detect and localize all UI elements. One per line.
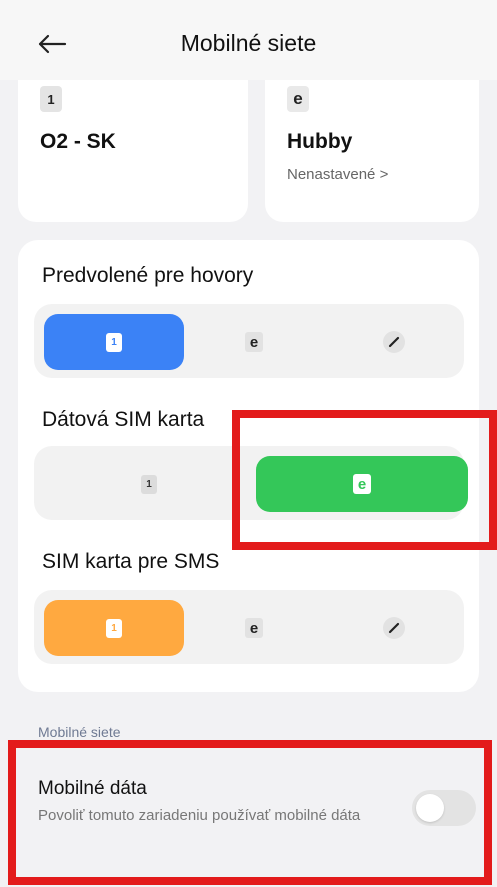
sms-option-ask[interactable] <box>324 600 464 656</box>
sim-chip-icon: 1 <box>106 618 122 638</box>
calls-sim-selector: 1 e <box>34 304 464 378</box>
calls-group-title: Predvolené pre hovory <box>42 264 254 287</box>
section-header-mobile-networks: Mobilné siete <box>38 724 121 740</box>
esim-slot-badge: e <box>287 86 309 112</box>
mobile-data-row[interactable]: Mobilné dáta Povoliť tomuto zariadeniu p… <box>14 748 484 868</box>
data-option-esim[interactable]: e <box>256 456 468 512</box>
sms-group-title: SIM karta pre SMS <box>42 550 220 573</box>
sms-option-sim1[interactable]: 1 <box>44 600 184 656</box>
esim-chip-icon: e <box>245 618 263 638</box>
sim-card-1[interactable]: 1 O2 - SK <box>18 80 248 222</box>
sim-slot-badge: 1 <box>40 86 62 112</box>
calls-option-sim1[interactable]: 1 <box>44 314 184 370</box>
pencil-icon <box>383 617 405 639</box>
default-sim-card-settings: Predvolené pre hovory 1 e Dátová SIM kar… <box>18 240 479 692</box>
data-sim-selector: 1 e <box>34 446 468 520</box>
sim-card-esim[interactable]: e Hubby Nenastavené > <box>265 80 479 222</box>
calls-option-esim[interactable]: e <box>184 314 324 370</box>
sim-chip-icon: 1 <box>106 332 122 352</box>
data-sim-group-title: Dátová SIM karta <box>42 408 205 431</box>
sms-option-esim[interactable]: e <box>184 600 324 656</box>
sim-carrier-name: O2 - SK <box>40 130 116 153</box>
esim-chip-icon: e <box>353 474 371 494</box>
pencil-icon <box>383 331 405 353</box>
mobile-data-toggle[interactable] <box>412 790 476 826</box>
mobile-data-description: Povoliť tomuto zariadeniu používať mobil… <box>38 807 361 824</box>
esim-chip-icon: e <box>245 332 263 352</box>
calls-option-ask[interactable] <box>324 314 464 370</box>
mobile-data-title: Mobilné dáta <box>38 778 147 799</box>
sim-carrier-name: Hubby <box>287 130 353 153</box>
sim-chip-icon: 1 <box>141 474 157 494</box>
toggle-knob <box>416 794 444 822</box>
sim-status-link[interactable]: Nenastavené > <box>287 166 388 183</box>
top-app-bar: Mobilné siete <box>0 0 497 80</box>
page-title: Mobilné siete <box>180 30 317 56</box>
sms-sim-selector: 1 e <box>34 590 464 664</box>
data-option-sim1[interactable]: 1 <box>79 456 219 512</box>
